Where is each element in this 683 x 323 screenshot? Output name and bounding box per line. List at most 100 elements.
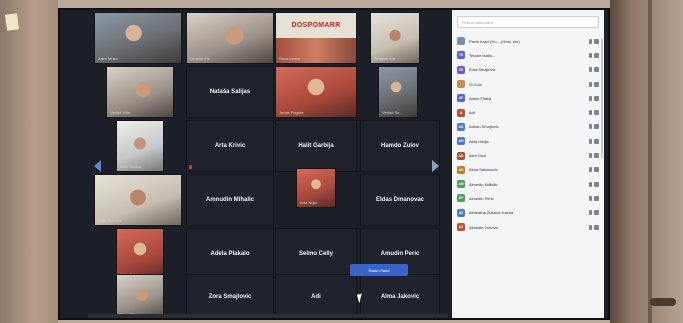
panel-scrollbar[interactable] [601,38,603,158]
camera-off-icon [594,38,599,44]
participant-status [577,52,599,58]
participant-row[interactable]: ZS Zora Smajlovic [457,63,599,77]
participant-status [577,153,599,159]
participant-row[interactable]: AM Almedin Mililidic [457,177,599,191]
video-tile-banner[interactable]: DOSPOMARR Ruza Lemiš [275,12,357,64]
participant-row[interactable]: AD Alen Duzi [457,148,599,162]
video-tile[interactable]: Leutrim Fis [186,12,274,64]
participant-row[interactable]: AZ Almedina Zukanic Kazda [457,206,599,220]
tile-name: Zora Smajlovic [208,294,252,300]
video-tile[interactable]: Vedad Sa... [378,66,418,118]
participant-row[interactable]: AH Aida Hodja [457,134,599,148]
participant-name: Zora Smajlovic [469,67,496,73]
name-tile[interactable]: Eldas Dmanovac [360,174,440,226]
participant-name: Almedina Zukanic Kazda [469,210,514,216]
video-tile[interactable]: Zdila Zukovic [94,174,182,226]
name-tile[interactable]: Amnudin Mihalic [186,174,274,226]
camera-off-icon [594,224,599,230]
participant-status [577,67,599,73]
name-tile[interactable]: Nataša Salijas [186,66,274,118]
participant-status [577,224,599,230]
name-tile[interactable]: Arta Krivic [186,120,274,172]
tile-name: Halit Garbija [298,143,334,149]
participant-status [577,195,599,201]
name-tile[interactable]: Adela Plakalo [186,228,274,280]
participant-status [577,210,599,216]
participant-row[interactable]: AZ Almedin Zukovic [457,220,599,234]
mic-muted-icon [589,124,592,130]
participant-name: Alen Duzi [469,153,487,159]
video-tile[interactable]: Ilhija Zaimovic [116,228,164,280]
tile-caption: Arta Nujic [300,200,318,205]
next-page-arrow-icon[interactable] [432,160,439,172]
participant-avatar: ZS [457,65,465,74]
name-tile[interactable]: Selmo Celly [275,228,357,280]
participant-status [577,181,599,187]
participant-list: Pavlo Aravi (Ho... (Host, me) TS Teodor Is… [457,34,599,234]
participant-search-input[interactable]: Find a participant [457,16,599,28]
participant-name: Adem Fliaka [469,95,492,101]
participant-name: Teodor Isaka... [469,52,496,58]
participant-avatar: AM [457,180,465,189]
camera-off-icon [594,210,599,216]
participant-avatar [457,37,465,46]
wall-right [610,0,683,323]
name-tile[interactable]: Hamdo Zulov [360,120,440,172]
participant-name: Alma Sabanovic [469,167,498,173]
video-tile[interactable]: Zaim Muso [94,12,182,64]
participant-row[interactable]: AP Almedin Peric [457,191,599,205]
participant-row[interactable]: AF Adem Fliaka [457,91,599,105]
name-tile[interactable]: Halit Garbija [275,120,357,172]
participant-name: Adnan Smajlovic [469,124,499,130]
participants-panel: Find a participant Pavlo Aravi (Ho... (H… [452,10,604,318]
participant-avatar: AP [457,194,465,203]
participant-name: Adi [469,110,475,116]
video-tile[interactable]: Arta Nujic [296,168,336,208]
participant-name: Vl Colo [469,81,482,87]
door-edge [648,0,652,323]
participant-row[interactable]: AS Alma Sabanovic [457,163,599,177]
mic-muted-icon [589,67,592,73]
tile-caption: Jonas Pagota [279,110,304,115]
participant-avatar: AS [457,165,465,174]
mic-muted-icon [589,138,592,144]
video-tile[interactable]: Besiyak Sur [370,12,420,64]
tile-name: Amudin Peric [380,251,420,257]
participant-row[interactable]: AS Adnan Smajlovic [457,120,599,134]
video-grid: Zaim Muso Leutrim Fis DOSPOMARR Ruza Lem… [88,12,448,318]
camera-off-icon [594,52,599,58]
tile-name: Hamdo Zulov [380,143,419,149]
participant-status [577,124,599,130]
camera-off-icon [594,138,599,144]
raise-hand-button[interactable]: Raise Hand [350,264,408,276]
taskbar [88,314,448,318]
camera-off-icon [594,124,599,130]
participant-status [577,110,599,116]
tile-caption: Leutrim Fis [190,56,210,61]
participant-row[interactable]: A Adi [457,105,599,119]
tile-name: Amnudin Mihalic [206,197,254,203]
participant-avatar: AS [457,122,465,131]
tile-caption: Vedad Sa... [382,110,403,115]
participant-avatar: TS [457,51,465,60]
video-tile[interactable]: Edin Hrabro [116,120,164,172]
prev-page-arrow-icon[interactable] [94,160,101,172]
video-tile[interactable]: Jonas Pagota [275,66,357,118]
mic-muted-icon [589,38,592,44]
mic-muted-icon [589,181,592,187]
tile-name: Adela Plakalo [210,251,250,257]
participant-row[interactable]: Vl Colo [457,77,599,91]
tile-name: Adi [311,294,321,300]
tile-caption: Vedad Vifin [110,110,131,115]
participant-status [577,81,599,87]
mic-muted-icon [589,224,592,230]
wall-left [0,0,58,323]
mic-muted-icon [589,210,592,216]
participant-avatar: AZ [457,208,465,217]
participant-name: Almedin Mililidic [469,181,498,187]
participant-row[interactable]: Pavlo Aravi (Ho... (Host, me) [457,34,599,48]
participant-row[interactable]: TS Teodor Isaka... [457,48,599,62]
video-tile[interactable]: Vedad Vifin [106,66,174,118]
participant-avatar: A [457,108,465,117]
participant-name: Aida Hodja [469,138,489,144]
